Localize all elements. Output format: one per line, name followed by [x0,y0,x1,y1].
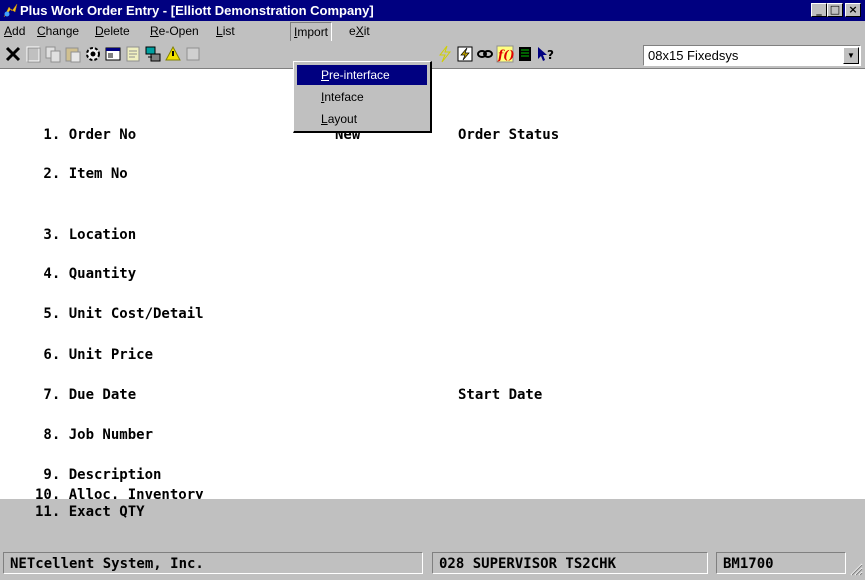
calculator-icon[interactable] [456,45,474,63]
elliott-app-icon [3,3,18,18]
field-unit-price[interactable]: 6. Unit Price [35,347,153,363]
gear-icon[interactable] [84,45,102,63]
svg-text:?: ? [547,48,554,62]
field-exact-qty[interactable]: 11. Exact QTY [35,504,145,520]
maximize-button[interactable]: □ [827,3,843,17]
paste-icon[interactable] [64,45,82,63]
title-bar: Plus Work Order Entry - [Elliott Demonst… [0,0,865,21]
maximize-icon: □ [829,3,841,16]
menu-delete[interactable]: Delete [95,24,130,38]
field-quantity[interactable]: 4. Quantity [35,266,136,282]
field-job-number[interactable]: 8. Job Number [35,427,153,443]
field-due-date[interactable]: 7. Due Date [35,387,136,403]
notes-icon[interactable] [124,45,142,63]
status-user: 028 SUPERVISOR TS2CHK [432,552,708,574]
work-order-form: 1. Order No New Order Status 2. Item No … [0,69,865,503]
menu-item-layout[interactable]: Layout [297,109,427,129]
copy-icon[interactable] [44,45,62,63]
close-x-icon[interactable] [4,45,22,63]
menu-add[interactable]: Add [4,24,25,38]
import-dropdown: Pre-interface Inteface Layout [293,61,432,133]
blank-icon[interactable] [24,45,42,63]
start-date-label: Start Date [458,387,543,403]
field-description[interactable]: 9. Description [35,467,161,483]
function-icon[interactable]: f() [496,45,514,63]
menu-bar: Add Change Delete Re-Open List Import eX… [0,21,865,42]
font-select-value: 08x15 Fixedsys [648,48,739,63]
status-company: NETcellent System, Inc. [3,552,423,574]
status-program: BM1700 [716,552,846,574]
close-button[interactable]: × [845,3,861,17]
menu-change[interactable]: Change [37,24,79,38]
menu-list[interactable]: List [216,24,235,38]
window-title: Plus Work Order Entry - [Elliott Demonst… [20,3,374,18]
order-status-label: Order Status [458,127,560,143]
menu-item-pre-interface[interactable]: Pre-interface [297,65,427,85]
minimize-button[interactable]: _ [811,3,827,17]
field-location[interactable]: 3. Location [35,227,136,243]
extra-icon[interactable] [184,45,202,63]
status-bar: NETcellent System, Inc. 028 SUPERVISOR T… [0,548,865,580]
svg-text:f(): f() [497,48,514,62]
menu-reopen[interactable]: Re-Open [150,24,199,38]
minimize-icon: _ [816,3,822,16]
resize-grip-icon[interactable] [849,562,863,576]
field-order-no[interactable]: 1. Order No [35,127,136,143]
menu-item-inteface[interactable]: Inteface [297,87,427,107]
lightning-icon[interactable] [436,45,454,63]
network-icon[interactable] [144,45,162,63]
document-icon[interactable] [516,45,534,63]
close-icon: × [848,3,858,16]
properties-icon[interactable] [104,45,122,63]
menu-import[interactable]: Import [290,22,333,42]
font-select[interactable]: 08x15 Fixedsys ▼ [643,45,861,66]
chevron-down-icon[interactable]: ▼ [843,47,859,64]
link-icon[interactable] [476,45,494,63]
help-pointer-icon[interactable]: ? [536,45,554,63]
warning-icon[interactable] [164,45,182,63]
field-unit-cost[interactable]: 5. Unit Cost/Detail [35,306,203,322]
field-item-no[interactable]: 2. Item No [35,166,127,182]
menu-exit[interactable]: eXit [349,24,370,38]
